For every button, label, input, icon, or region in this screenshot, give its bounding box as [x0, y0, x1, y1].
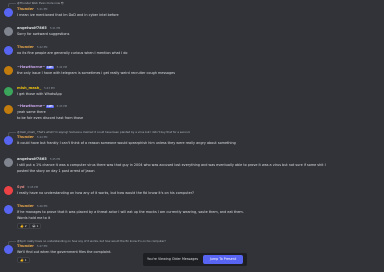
avatar[interactable]	[4, 46, 13, 55]
avatar[interactable]	[4, 186, 13, 195]
timestamp: 5:46 PM	[36, 205, 48, 208]
username[interactable]: Thunder 5:46 PM	[17, 204, 47, 208]
message-text: no its fine people are generally curious…	[17, 51, 128, 55]
message-text: I still put a 1% chance it was a compute…	[17, 163, 326, 167]
role-badge: LUM	[46, 65, 54, 69]
timestamp: 5:44 PM	[36, 136, 48, 139]
username[interactable]: mish_mash_ 5:43 PM	[17, 86, 55, 90]
avatar[interactable]	[4, 8, 13, 17]
timestamp: 5:43 PM	[56, 105, 68, 108]
chat-message-list: @Thunder Well. Even more now 😳 Thunder 5:…	[0, 0, 384, 272]
message-text: I get those with WhatsApp	[17, 92, 62, 96]
avatar[interactable]	[4, 105, 13, 114]
username[interactable]: Syd 5:45 PM	[17, 185, 38, 189]
avatar[interactable]	[4, 136, 13, 145]
older-messages-bar: You're Viewing Older Messages Jump To Pr…	[143, 253, 247, 266]
reaction-thumbs-up[interactable]: 👍 1	[17, 257, 30, 263]
message-text: It could have but frankly I can't think …	[17, 141, 236, 145]
reaction-thumbs-up[interactable]: 👍 2	[17, 223, 30, 229]
username[interactable]: ~Hawthorne~ LUM 5:43 PM	[17, 104, 67, 108]
avatar[interactable]	[4, 245, 13, 254]
reply-preview[interactable]: @mish_mash_ That's what I'm saying! Some…	[17, 130, 190, 134]
timestamp: 5:41 PM	[36, 8, 48, 11]
username[interactable]: Thunder 5:47 PM	[17, 244, 47, 248]
message-text: We'll find out when the government files…	[17, 250, 112, 254]
message-text: the only issue I have with telegram is s…	[17, 71, 175, 75]
timestamp: 5:42 PM	[36, 46, 48, 49]
username[interactable]: angelwolf7865 5:41 PM	[17, 26, 60, 30]
older-messages-label: You're Viewing Older Messages	[147, 257, 199, 261]
timestamp: 5:45 PM	[49, 158, 61, 161]
timestamp: 5:47 PM	[36, 245, 48, 248]
message-text: to be fair even discord hast from those	[17, 116, 84, 120]
message-text: yeah same there	[17, 110, 46, 114]
avatar[interactable]	[4, 66, 13, 75]
timestamp: 5:45 PM	[27, 186, 38, 189]
timestamp: 5:41 PM	[49, 27, 61, 30]
avatar[interactable]	[4, 27, 13, 36]
timestamp: 5:43 PM	[44, 87, 55, 90]
avatar[interactable]	[4, 205, 13, 214]
avatar[interactable]	[4, 87, 13, 96]
message-text: I really have no understanding on how an…	[17, 191, 194, 195]
reaction-laugh[interactable]: 😂 1	[29, 223, 42, 229]
reply-connector	[8, 3, 16, 7]
username[interactable]: Thunder 5:41 PM	[17, 7, 47, 11]
reply-preview[interactable]: @Thunder Well. Even more now 😳	[17, 1, 64, 5]
reply-preview[interactable]: @Syd I really have no understanding on h…	[17, 239, 166, 243]
username[interactable]: angelwolf7865 5:45 PM	[17, 157, 60, 161]
message-text: posted the story on day 1 post arrest of…	[17, 169, 95, 173]
username[interactable]: Thunder 5:44 PM	[17, 135, 47, 139]
message-text: If he manages to prove that it was place…	[17, 210, 244, 214]
jump-to-present-button[interactable]: Jump To Present	[203, 255, 243, 264]
message-text: I mean ive mentioned that Im DoD and in …	[17, 13, 119, 17]
timestamp: 5:42 PM	[56, 66, 68, 69]
username[interactable]: ~Hawthorne~ LUM 5:42 PM	[17, 65, 67, 69]
username[interactable]: Thunder 5:42 PM	[17, 45, 47, 49]
role-badge: LUM	[46, 104, 54, 108]
avatar[interactable]	[4, 158, 13, 167]
message-text: Words hold me to it	[17, 216, 51, 220]
message-text: Sorry for awkward suggestions	[17, 32, 70, 36]
